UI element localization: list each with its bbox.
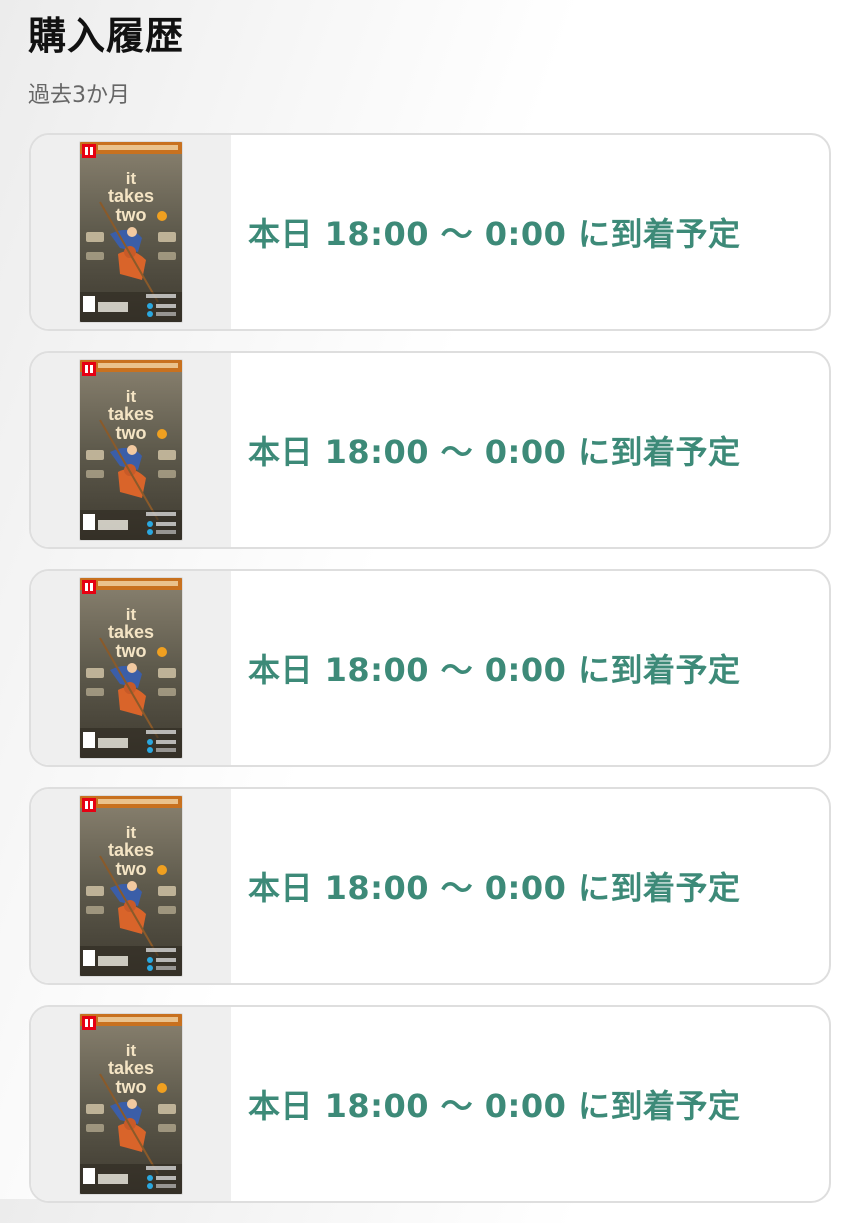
svg-text:two: two bbox=[116, 859, 147, 879]
delivery-status: 本日 18:00 〜 0:00 に到着予定 bbox=[248, 651, 741, 689]
order-card[interactable]: it takes two 本日 18:00 〜 0:00 に到着予定 bbox=[29, 787, 831, 985]
delivery-status: 本日 18:00 〜 0:00 に到着予定 bbox=[248, 869, 741, 907]
svg-text:takes: takes bbox=[108, 404, 154, 424]
product-thumbnail-area: it takes two bbox=[31, 571, 231, 765]
product-thumbnail-area: it takes two bbox=[31, 353, 231, 547]
game-cover-image: it takes two bbox=[80, 360, 182, 540]
game-cover-image: it takes two bbox=[80, 1014, 182, 1194]
delivery-status: 本日 18:00 〜 0:00 に到着予定 bbox=[248, 433, 741, 471]
svg-text:two: two bbox=[116, 641, 147, 661]
svg-text:takes: takes bbox=[108, 1058, 154, 1078]
delivery-status: 本日 18:00 〜 0:00 に到着予定 bbox=[248, 215, 741, 253]
svg-text:two: two bbox=[116, 205, 147, 225]
game-cover-image: it takes two bbox=[80, 142, 182, 322]
order-list: it takes two 本日 18:00 〜 0:00 に到着予定 it takes… bbox=[29, 133, 831, 1223]
svg-text:takes: takes bbox=[108, 840, 154, 860]
svg-text:two: two bbox=[116, 1077, 147, 1097]
order-card[interactable]: it takes two 本日 18:00 〜 0:00 に到着予定 bbox=[29, 351, 831, 549]
product-thumbnail-area: it takes two bbox=[31, 135, 231, 329]
order-card[interactable]: it takes two 本日 18:00 〜 0:00 に到着予定 bbox=[29, 133, 831, 331]
game-cover-image: it takes two bbox=[80, 578, 182, 758]
product-thumbnail-area: it takes two bbox=[31, 789, 231, 983]
page-title: 購入履歴 bbox=[28, 14, 185, 58]
order-card[interactable]: it takes two 本日 18:00 〜 0:00 に到着予定 bbox=[29, 1005, 831, 1203]
product-thumbnail-area: it takes two bbox=[31, 1007, 231, 1201]
game-cover-image: it takes two bbox=[80, 796, 182, 976]
delivery-status: 本日 18:00 〜 0:00 に到着予定 bbox=[248, 1087, 741, 1125]
order-card[interactable]: it takes two 本日 18:00 〜 0:00 に到着予定 bbox=[29, 569, 831, 767]
svg-text:two: two bbox=[116, 423, 147, 443]
svg-text:takes: takes bbox=[108, 186, 154, 206]
period-filter-label: 過去3か月 bbox=[28, 83, 130, 108]
svg-text:takes: takes bbox=[108, 622, 154, 642]
